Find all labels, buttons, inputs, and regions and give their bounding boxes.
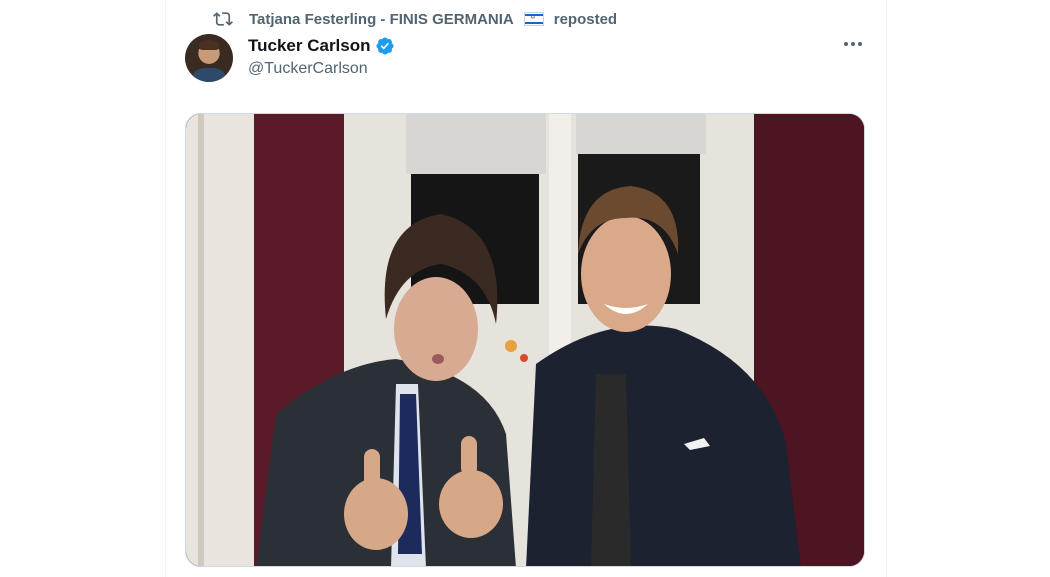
- repost-suffix: reposted: [553, 10, 618, 28]
- more-horizontal-icon: [844, 42, 848, 46]
- more-options-button[interactable]: [841, 34, 865, 54]
- repost-user-name[interactable]: Tatjana Festerling - FINIS GERMANIA: [249, 11, 514, 28]
- repost-icon: [213, 12, 233, 26]
- israel-flag-icon: ✡: [523, 12, 544, 26]
- photo-two-men-thumbs-up: [186, 114, 864, 566]
- verified-badge-icon: [375, 37, 394, 55]
- repost-context[interactable]: Tatjana Festerling - FINIS GERMANIA ✡ re…: [213, 9, 617, 29]
- author-display-name[interactable]: Tucker Carlson: [248, 36, 371, 56]
- tweet-photo[interactable]: [185, 113, 865, 567]
- author-handle[interactable]: @TuckerCarlson: [248, 60, 368, 78]
- avatar[interactable]: [185, 34, 233, 82]
- author-name-row[interactable]: Tucker Carlson: [248, 35, 395, 57]
